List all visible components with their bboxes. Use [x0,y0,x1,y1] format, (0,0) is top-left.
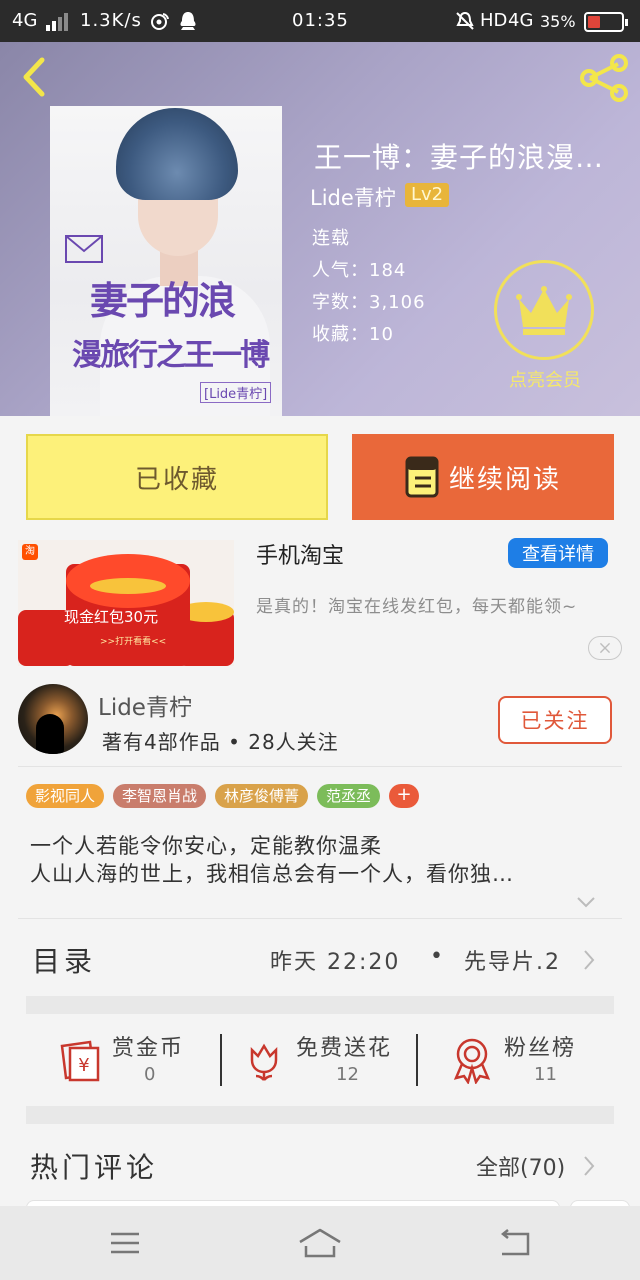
tag-more-button[interactable]: + [389,784,420,808]
coin-envelope-icon: ¥ [60,1040,100,1082]
divider [220,1034,222,1086]
ad-image[interactable]: 淘 现金红包30元 >>打开看看<< [18,540,234,666]
ad-title[interactable]: 手机淘宝 [256,538,344,570]
continue-reading-label: 继续阅读 [448,464,561,495]
favorited-button[interactable]: 已收藏 [26,434,328,520]
tag-list: 影视同人 李智恩肖战 林彦俊傅菁 范丞丞 + [26,784,420,808]
tip-coins-label: 赏金币 [112,1036,185,1061]
ad-image-subtext: >>打开看看<< [100,637,167,647]
catalog-label[interactable]: 目录 [32,940,96,980]
book-word-count: 字数：3,106 [312,292,426,313]
back-nav-icon[interactable] [498,1228,532,1258]
cover-author-tag: [Lide青柠] [200,382,272,403]
ad-description: 是真的！淘宝在线发红包，每天都能领~ [256,597,578,617]
follow-label: 已关注 [520,709,590,733]
catalog-updated: 昨天 22:20 [270,950,401,975]
svg-text:¥: ¥ [78,1055,89,1076]
intro-line-2: 人山人海的世上，我相信总会有一个人，看你独… [30,862,514,886]
fan-ranking-count: 11 [534,1064,557,1085]
catalog-latest-chapter[interactable]: 先导片.2 [464,944,561,976]
ad-detail-label: 查看详情 [522,544,594,565]
hd-indicator: HD [480,10,508,31]
menu-icon[interactable] [110,1230,140,1256]
tag-2[interactable]: 李智恩肖战 [113,784,207,808]
hot-comments-label: 热门评论 [30,1151,159,1184]
divider [18,766,622,767]
avatar[interactable] [18,684,88,754]
divider [18,918,622,919]
book-status: 连载 [312,228,350,249]
tip-coins-count: 0 [144,1064,156,1085]
share-icon[interactable] [578,54,630,102]
cover-title-line2: 漫旅行之王一博 [72,338,270,373]
author-stats: 著有4部作品 • 28人关注 [102,730,339,754]
book-author[interactable]: Lide青柠 [310,186,396,210]
network-type-right: 4G [508,10,534,31]
clock: 01:35 [292,10,349,31]
ad-detail-button[interactable]: 查看详情 [508,538,608,568]
send-flowers-label: 免费送花 [296,1036,393,1061]
fan-ranking-label: 粉丝榜 [504,1036,577,1061]
battery-icon [584,12,628,32]
ad-image-text: 现金红包30元 [64,608,159,626]
close-icon[interactable] [588,636,622,660]
mute-icon [456,11,474,30]
book-cover[interactable]: 妻子的浪 漫旅行之王一博 [Lide青柠] [50,106,282,416]
weibo-icon [151,13,169,30]
crown-icon [516,286,572,335]
favorited-label: 已收藏 [134,464,219,495]
qq-icon [180,12,196,30]
book-popularity: 人气：184 [312,260,407,281]
book-header: 妻子的浪 漫旅行之王一博 [Lide青柠] 王一博：妻子的浪漫… Lide青柠 … [0,42,640,416]
section-gap [26,1106,614,1124]
envelope-icon [65,235,103,263]
chevron-right-icon[interactable] [582,1155,596,1177]
system-nav-bar [0,1206,640,1280]
taobao-icon: 淘 [22,544,38,560]
home-icon[interactable] [298,1228,342,1258]
battery-percent: 35% [540,12,576,31]
send-flowers-count: 12 [336,1064,359,1085]
tip-coins[interactable]: ¥ 赏金币 0 [56,1030,206,1086]
author-name[interactable]: Lide青柠 [98,688,192,722]
catalog-separator: • [430,944,443,969]
section-gap [26,996,614,1014]
medal-icon [453,1038,491,1084]
tag-3[interactable]: 林彦俊傅菁 [215,784,309,808]
book-icon [405,456,439,498]
intro-line-1: 一个人若能令你安心，定能教你温柔 [30,834,382,858]
continue-reading-button[interactable]: 继续阅读 [352,434,614,520]
vip-button[interactable] [494,260,594,360]
follow-button[interactable]: 已关注 [498,696,612,744]
level-badge: Lv2 [405,183,450,207]
send-flowers[interactable]: 免费送花 12 [240,1030,410,1086]
network-speed: 1.3K/s [80,10,142,31]
divider [416,1034,418,1086]
tag-1[interactable]: 影视同人 [26,784,105,808]
chevron-right-icon[interactable] [582,949,596,971]
book-author-row: Lide青柠 Lv2 [310,182,450,212]
status-bar: 4G 1.3K/s 01:35 HD 4G 35% [0,0,640,42]
tag-4[interactable]: 范丞丞 [317,784,381,808]
flower-icon [250,1043,278,1081]
book-intro[interactable]: 一个人若能令你安心，定能教你温柔 人山人海的世上，我相信总会有一个人，看你独… [30,832,610,888]
back-icon[interactable] [16,54,50,100]
fan-ranking[interactable]: 粉丝榜 11 [448,1030,598,1086]
vip-label[interactable]: 点亮会员 [500,366,590,392]
cover-title-line1: 妻子的浪 [90,278,236,323]
network-type-left: 4G [12,10,38,31]
book-collections: 收藏：10 [312,324,394,345]
book-title: 王一博：妻子的浪漫… [314,141,605,174]
all-comments-link[interactable]: 全部(70) [476,1150,565,1182]
chevron-down-icon[interactable] [576,896,596,908]
signal-icon [46,13,70,31]
